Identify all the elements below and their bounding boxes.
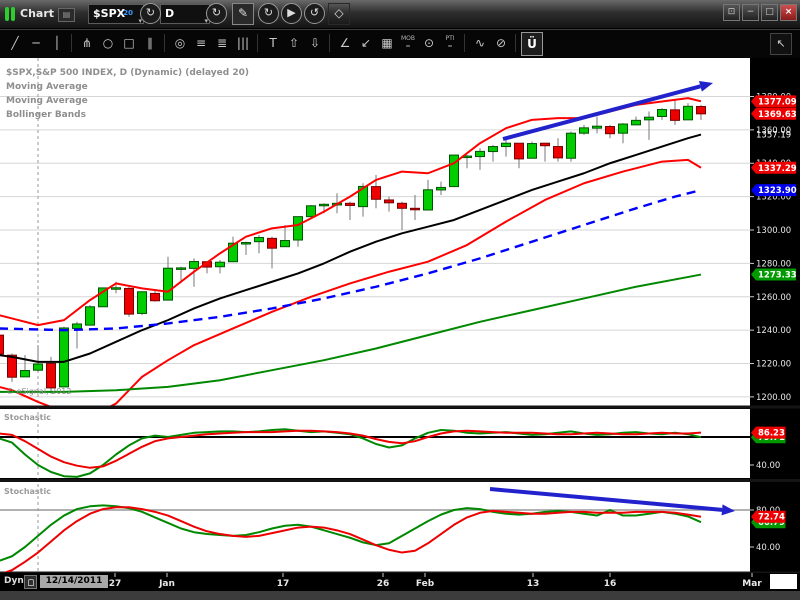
time-axis-bar: Dyn 12/14/2011 — [0, 573, 800, 591]
candle-body — [384, 199, 394, 204]
candle-body — [176, 267, 186, 270]
candle-body — [566, 132, 576, 159]
candle-body — [254, 237, 264, 243]
candle-body — [540, 142, 550, 147]
candle-body — [683, 105, 693, 121]
stochastic2-label: Stochastic — [4, 487, 51, 496]
candle-body — [293, 216, 303, 241]
candle-body — [618, 123, 628, 134]
candle-body — [436, 186, 446, 191]
stochastic2-pane — [0, 482, 750, 572]
candle-body — [631, 119, 641, 126]
price-tick-label: 1300.00 — [756, 226, 791, 236]
candle-body — [306, 205, 316, 218]
stochastic-tick-label: 40.00 — [756, 543, 780, 553]
price-tick-label: 1260.00 — [756, 293, 791, 303]
candle-body — [241, 242, 251, 245]
candle-body — [553, 146, 563, 159]
candle-body — [267, 237, 277, 249]
price-tick-label: 1240.00 — [756, 326, 791, 336]
price-badge-label: 1377.09 — [758, 97, 797, 107]
candle-body — [20, 370, 30, 378]
legend-bollinger-line: Bollinger Bands — [6, 110, 86, 120]
price-badge-label: 1337.29 — [758, 164, 797, 174]
lock-icon[interactable] — [24, 575, 37, 589]
candle-body — [345, 202, 355, 206]
price-badge-label: 1323.90 — [758, 186, 797, 196]
candle-body — [514, 142, 524, 160]
candle-body — [280, 240, 290, 248]
stochastic1-label: Stochastic — [4, 413, 51, 422]
candle-body — [397, 202, 407, 209]
price-badge-label: 86.23 — [758, 429, 785, 439]
candle-body — [150, 292, 160, 302]
price-badge-label: 1369.63 — [758, 110, 797, 120]
legend-ma1-line: Moving Average — [6, 82, 88, 92]
candle-body — [7, 354, 17, 378]
candle-body — [670, 109, 680, 121]
candle-body — [605, 126, 615, 135]
candle-body — [189, 261, 199, 269]
candle-body — [0, 334, 4, 355]
price-tick-label: 1200.00 — [756, 393, 791, 403]
price-badge-label: 1273.33 — [758, 271, 797, 281]
pane-separator — [0, 405, 800, 409]
candle-body — [124, 287, 134, 315]
candle-body — [163, 267, 173, 301]
price-badge-label: 72.74 — [758, 513, 785, 523]
start-date-badge[interactable]: 12/14/2011 — [40, 575, 108, 588]
candle-body — [696, 105, 706, 115]
copyright-label: © eSignal, 2012 — [6, 387, 72, 396]
legend-ma2-line: Moving Average — [6, 96, 88, 106]
chart-window: Chart ▤ $SPX 20 ▾ D ▾ ↻ ↻ ✎ ↻ ▶ ↺ ◇ ⊡ − □ × ╱ ─ │ ⋔ ○… — [0, 0, 800, 600]
candle-body — [371, 186, 381, 200]
window-bottom-edge — [0, 591, 800, 600]
candle-body — [111, 287, 121, 290]
stochastic-tick-label: 40.00 — [756, 461, 780, 471]
price-tick-label: 1220.00 — [756, 360, 791, 370]
candle-body — [488, 146, 498, 153]
chart-legend: $SPX,S&P 500 INDEX, D (Dynamic) (delayed… — [6, 66, 249, 122]
pane-separator — [0, 479, 800, 482]
candle-body — [644, 116, 654, 121]
candle-body — [579, 127, 589, 134]
legend-symbol-line: $SPX,S&P 500 INDEX, D (Dynamic) (delayed… — [6, 68, 249, 78]
candle-body — [215, 261, 225, 268]
candle-body — [410, 207, 420, 211]
candle-body — [501, 142, 511, 148]
candle-body — [592, 125, 602, 129]
dyn-mode-toggle[interactable]: Dyn — [4, 576, 24, 586]
last-ma-value-label: 1357.19 — [756, 131, 791, 141]
candle-body — [475, 150, 485, 158]
candle-body — [657, 108, 667, 118]
candle-body — [59, 327, 69, 388]
candle-body — [423, 189, 433, 211]
candle-body — [33, 363, 43, 371]
candle-body — [72, 323, 82, 329]
candle-body — [85, 306, 95, 326]
candle-body — [46, 363, 56, 389]
price-tick-label: 1280.00 — [756, 259, 791, 269]
candle-body — [319, 203, 329, 207]
candle-body — [527, 143, 537, 159]
candle-body — [137, 291, 147, 314]
